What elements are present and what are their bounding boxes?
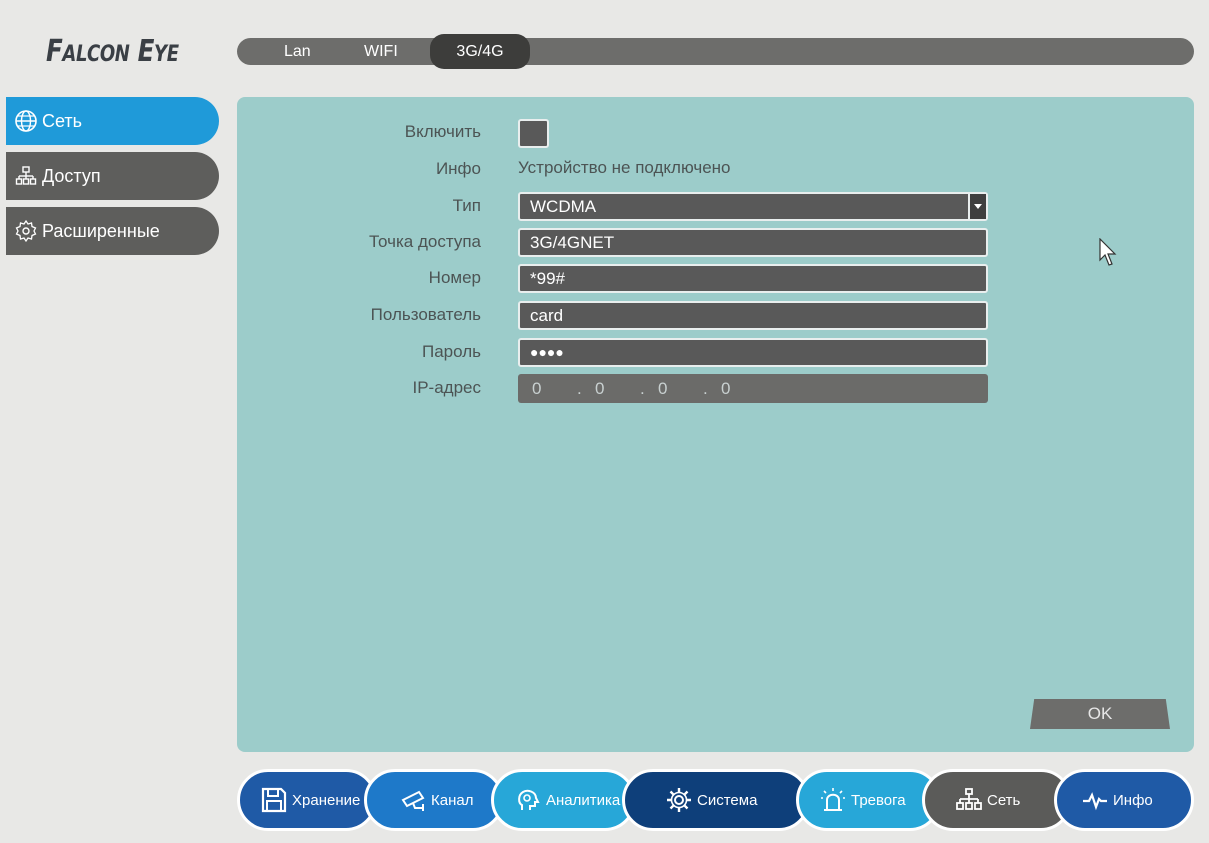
ip-dot: . (703, 379, 708, 398)
type-select-value: WCDMA (530, 197, 597, 216)
sidebar-item-label: Расширенные (42, 220, 160, 241)
nav-label: Аналитика (546, 791, 621, 809)
nav-network[interactable]: Сеть (922, 769, 1072, 831)
nav-label: Хранение (292, 791, 361, 809)
nav-system[interactable]: Система (622, 769, 810, 831)
nav-analytics[interactable]: Аналитика (491, 769, 636, 831)
info-value: Устройство не подключено (518, 158, 731, 177)
type-select[interactable]: WCDMA (518, 192, 988, 221)
globe-icon (15, 110, 37, 132)
sidebar-item-advanced[interactable]: Расширенные (6, 207, 219, 255)
mouse-cursor-icon (1099, 238, 1117, 266)
camera-icon (401, 790, 425, 811)
nav-label: Тревога (851, 791, 906, 809)
network-tabbar: Lan WIFI 3G/4G (237, 34, 1194, 69)
ip-dot: . (640, 379, 645, 398)
alarm-icon (821, 788, 845, 811)
nav-label: Сеть (987, 791, 1021, 809)
sidebar-item-access[interactable]: Доступ (6, 152, 219, 200)
apn-label: Точка доступа (369, 232, 481, 251)
password-field[interactable]: ●●●● (518, 338, 988, 367)
ip-octet[interactable]: 0 (532, 374, 541, 403)
nav-info[interactable]: Инфо (1054, 769, 1194, 831)
brain-icon (518, 789, 540, 810)
tab-wifi[interactable]: WIFI (364, 38, 398, 65)
ok-button[interactable]: OK (1030, 699, 1170, 729)
ip-octet[interactable]: 0 (721, 374, 730, 403)
ip-label: IP-адрес (412, 378, 481, 397)
sidebar-item-label: Сеть (42, 110, 83, 131)
sidebar-item-label: Доступ (42, 165, 101, 186)
network-icon (15, 166, 37, 185)
settings-panel: Включить Инфо Устройство не подключено Т… (237, 97, 1194, 752)
chevron-down-icon[interactable] (968, 194, 986, 219)
number-field[interactable]: *99# (518, 264, 988, 293)
tab-3g4g[interactable]: 3G/4G (430, 34, 530, 69)
ip-octet[interactable]: 0 (658, 374, 667, 403)
nav-channel[interactable]: Канал (364, 769, 504, 831)
nav-alarm[interactable]: Тревога (796, 769, 941, 831)
gear-icon (667, 788, 691, 812)
floppy-icon (261, 787, 287, 813)
nav-storage[interactable]: Хранение (237, 769, 377, 831)
network-icon (956, 788, 982, 810)
nav-label: Система (697, 791, 758, 809)
info-label: Инфо (435, 159, 481, 178)
pulse-icon (1083, 792, 1107, 811)
user-label: Пользователь (370, 305, 481, 324)
user-field[interactable]: card (518, 301, 988, 330)
nav-label: Канал (431, 791, 474, 809)
nav-label: Инфо (1113, 791, 1153, 809)
ip-address-field[interactable]: 0 . 0 . 0 . 0 (518, 374, 988, 403)
ip-dot: . (577, 379, 582, 398)
brand-logo: FALCON EYE (46, 34, 179, 69)
number-label: Номер (428, 268, 481, 287)
apn-field[interactable]: 3G/4GNET (518, 228, 988, 257)
sidebar-item-network[interactable]: Сеть (6, 97, 219, 145)
enable-checkbox[interactable] (518, 119, 549, 148)
enable-label: Включить (404, 122, 481, 141)
type-label: Тип (452, 196, 481, 215)
password-label: Пароль (422, 342, 481, 361)
tab-lan[interactable]: Lan (284, 38, 311, 65)
ip-octet[interactable]: 0 (595, 374, 604, 403)
gear-icon (15, 219, 37, 243)
